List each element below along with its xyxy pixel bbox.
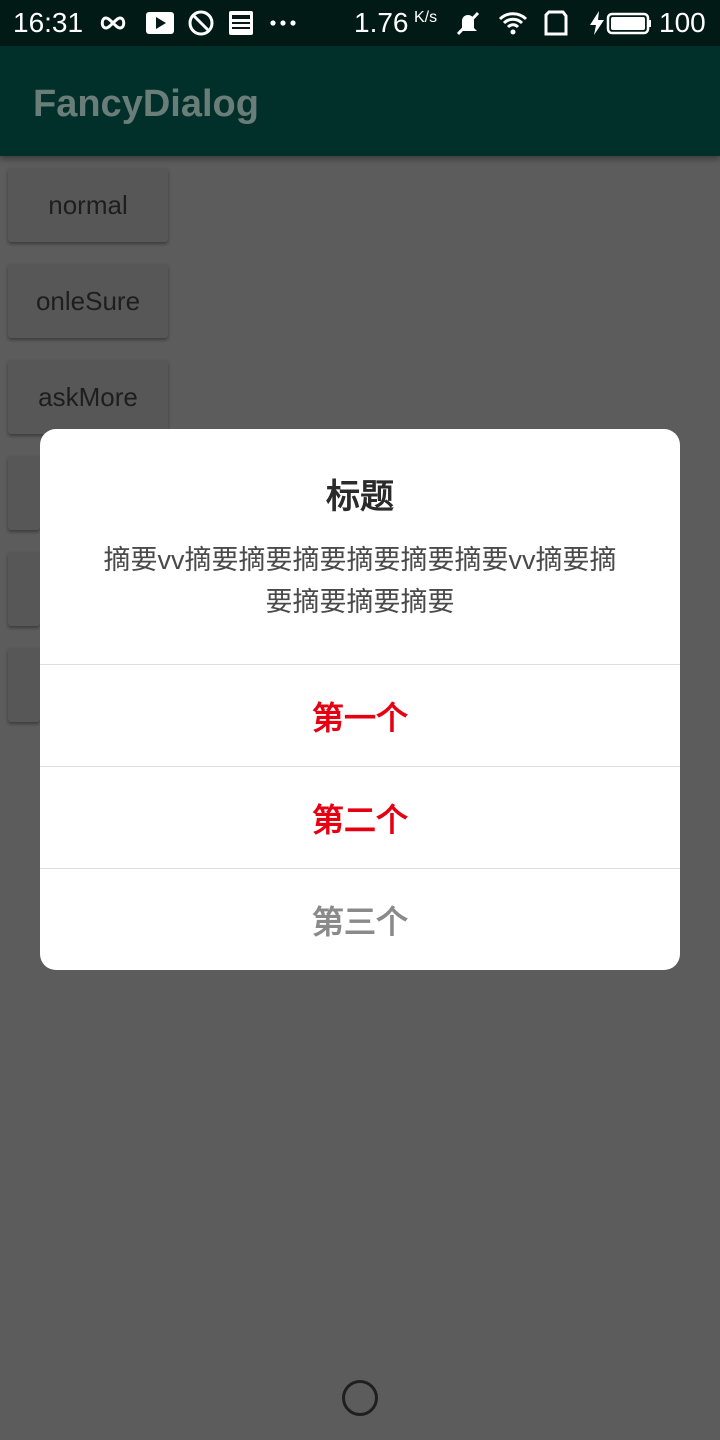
fancy-dialog: 标题 摘要vv摘要摘要摘要摘要摘要摘要vv摘要摘要摘要摘要摘要 第一个 第二个 … <box>40 429 680 970</box>
status-time: 16:31 <box>13 7 84 38</box>
hidden-button-4[interactable] <box>8 456 40 530</box>
net-speed: 1.76 <box>354 7 409 38</box>
option-first-label: 第一个 <box>311 699 408 736</box>
option-first-button[interactable]: 第一个 <box>40 665 680 766</box>
hidden-button-5[interactable] <box>8 552 40 626</box>
ask-more-button[interactable]: askMore <box>8 360 168 434</box>
sim-icon <box>544 10 568 36</box>
net-speed-unit: K/s <box>414 9 438 26</box>
option-second-button[interactable]: 第二个 <box>40 767 680 868</box>
option-second-label: 第二个 <box>311 801 408 838</box>
status-bar: 16:31 1.76 K/s 100 <box>0 0 720 46</box>
play-icon <box>146 12 174 34</box>
only-sure-button[interactable]: onleSure <box>8 264 168 338</box>
hidden-button-6[interactable] <box>8 648 40 722</box>
option-third-label: 第三个 <box>311 903 408 940</box>
news-icon <box>229 11 253 35</box>
mute-icon <box>456 11 480 36</box>
option-third-button[interactable]: 第三个 <box>40 869 680 970</box>
infinity-icon <box>100 16 126 30</box>
do-not-disturb-icon <box>188 10 214 36</box>
home-button[interactable] <box>342 1380 378 1416</box>
dialog-title: 标题 <box>326 478 394 516</box>
wifi-icon <box>498 12 528 35</box>
more-dots-icon <box>270 20 296 26</box>
app-bar: FancyDialog <box>0 46 720 156</box>
dialog-message: 摘要vv摘要摘要摘要摘要摘要摘要vv摘要摘要摘要摘要摘要 <box>103 545 617 617</box>
normal-button[interactable]: normal <box>8 168 168 242</box>
battery-icon <box>606 12 651 35</box>
battery-level: 100 <box>659 7 706 38</box>
app-title: FancyDialog <box>33 83 259 125</box>
